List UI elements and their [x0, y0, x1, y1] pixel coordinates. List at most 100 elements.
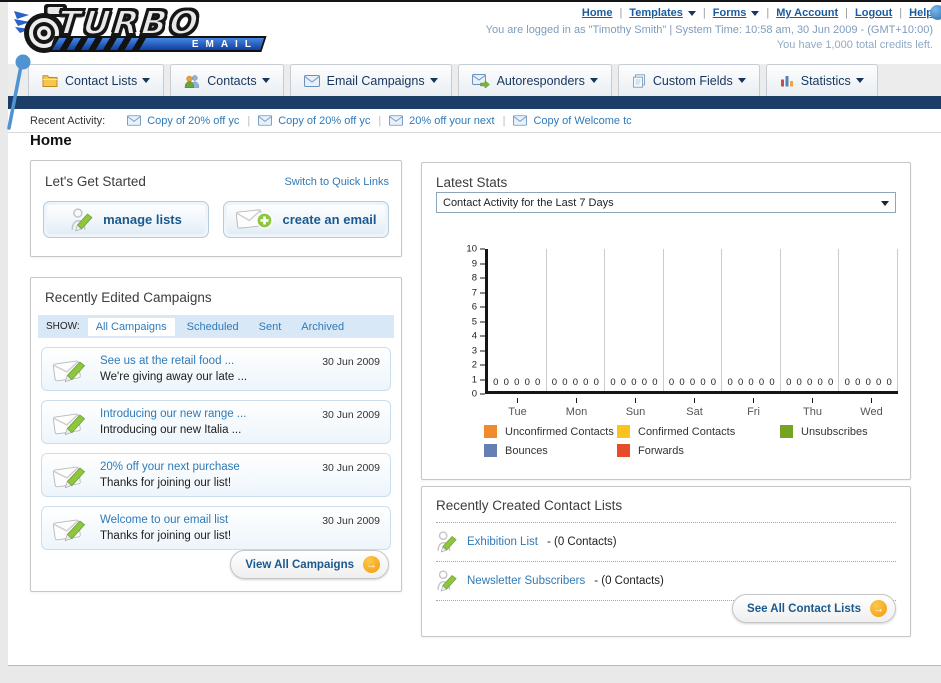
campaign-title-link[interactable]: Introducing our new range ...: [100, 407, 246, 421]
y-tick-label: 2: [472, 360, 485, 371]
activity-link[interactable]: Copy of Welcome tc: [533, 115, 631, 127]
activity-item: Copy of 20% off yc: [127, 115, 239, 127]
tab-contact-lists[interactable]: Contact Lists: [28, 64, 165, 96]
y-tick-label: 1: [472, 374, 485, 385]
campaign-date: 30 Jun 2009: [322, 462, 380, 474]
recent-activity-bar: Recent Activity: Copy of 20% off yc | Co…: [8, 109, 941, 133]
nav-link-logout[interactable]: Logout: [855, 7, 892, 19]
chevron-down-icon: [737, 78, 746, 83]
person-pencil-icon: [436, 569, 458, 593]
stats-period-select[interactable]: Contact Activity for the Last 7 Days: [436, 192, 896, 213]
value-labels: 00000: [551, 377, 599, 388]
contact-list-item: Exhibition List - (0 Contacts): [436, 528, 896, 556]
nav-separator: |: [766, 7, 770, 19]
filter-scheduled[interactable]: Scheduled: [179, 318, 247, 336]
campaigns-panel: Recently Edited Campaigns SHOW: All Camp…: [30, 277, 402, 592]
activity-link[interactable]: 20% off your next: [409, 115, 494, 127]
filter-sent[interactable]: Sent: [251, 318, 290, 336]
campaign-text: Introducing our new range ... Introducin…: [100, 407, 246, 437]
y-tick-label: 9: [472, 258, 485, 269]
campaign-row[interactable]: Welcome to our email list Thanks for joi…: [41, 506, 391, 550]
y-tick-label: 7: [472, 287, 485, 298]
campaign-title-link[interactable]: Welcome to our email list: [100, 513, 231, 527]
logo-stripes: [49, 38, 148, 50]
activity-link[interactable]: Copy of 20% off yc: [147, 115, 239, 127]
selected-option: Contact Activity for the Last 7 Days: [443, 196, 614, 209]
tab-custom-fields[interactable]: Custom Fields: [617, 64, 760, 96]
credits-info: You have 1,000 total credits left.: [776, 39, 933, 51]
legend-swatch: [484, 444, 497, 457]
page-title: Home: [30, 132, 72, 149]
contact-lists-panel: Recently Created Contact Lists Exhibitio…: [421, 486, 911, 637]
tab-autoresponders[interactable]: Autoresponders: [457, 64, 612, 96]
manage-lists-button[interactable]: manage lists: [43, 201, 209, 238]
filter-archived[interactable]: Archived: [293, 318, 352, 336]
nav-link-forms[interactable]: Forms: [713, 7, 760, 19]
campaign-subtitle: Thanks for joining our list!: [100, 477, 232, 489]
campaign-row[interactable]: Introducing our new range ... Introducin…: [41, 400, 391, 444]
nav-link-my-account[interactable]: My Account: [776, 7, 838, 19]
help-bubble-icon[interactable]: [930, 5, 941, 20]
contact-list-link[interactable]: Newsletter Subscribers: [467, 575, 585, 587]
top-border: [0, 0, 941, 2]
nav-separator: |: [619, 7, 623, 19]
chart-group: 00000: [547, 249, 606, 391]
tab-label: Statistics: [800, 73, 851, 88]
campaign-date: 30 Jun 2009: [322, 515, 380, 527]
envelope-arrow-icon: [472, 74, 490, 88]
value-labels: 00000: [493, 377, 541, 388]
campaign-text: 20% off your next purchase Thanks for jo…: [100, 460, 240, 490]
tab-label: Contacts: [207, 73, 257, 88]
panel-title: Latest Stats: [436, 175, 508, 190]
contact-list-link[interactable]: Exhibition List: [467, 536, 538, 548]
activity-item: Copy of 20% off yc: [258, 115, 370, 127]
chart-y-axis: 10 9 8 7 6 5 4 3 2 1 0: [432, 244, 485, 400]
envelope-pencil-icon: [52, 407, 90, 437]
tab-label: Email Campaigns: [326, 73, 425, 88]
create-email-button[interactable]: create an email: [223, 201, 389, 238]
envelope-pencil-icon: [52, 354, 90, 384]
envelope-icon: [513, 115, 527, 126]
campaign-date: 30 Jun 2009: [322, 356, 380, 368]
panel-title: Recently Edited Campaigns: [45, 290, 212, 305]
campaign-row[interactable]: See us at the retail food ... We're givi…: [41, 347, 391, 391]
value-labels: 00000: [844, 377, 892, 388]
activity-link[interactable]: Copy of 20% off yc: [278, 115, 370, 127]
y-tick-label: 10: [466, 244, 485, 255]
nav-link-templates[interactable]: Templates: [629, 7, 696, 19]
see-all-contact-lists-button[interactable]: See All Contact Lists: [732, 594, 896, 623]
campaign-title-link[interactable]: 20% off your next purchase: [100, 460, 240, 474]
x-tick-label: Sun: [606, 398, 665, 418]
y-tick-label: 4: [472, 331, 485, 342]
contact-list-item: Newsletter Subscribers - (0 Contacts): [436, 567, 896, 595]
chart-group: 00000: [722, 249, 781, 391]
chart-x-labels: Tue Mon Sun Sat Fri Thu Wed: [488, 398, 901, 418]
tab-statistics[interactable]: Statistics: [765, 64, 878, 96]
campaign-row[interactable]: 20% off your next purchase Thanks for jo…: [41, 453, 391, 497]
chart-group: 00000: [605, 249, 664, 391]
panel-title: Let's Get Started: [45, 174, 146, 189]
chart-group: 00000: [488, 249, 547, 391]
tab-contacts[interactable]: Contacts: [170, 64, 284, 96]
switch-quick-links-link[interactable]: Switch to Quick Links: [284, 176, 389, 188]
show-label: SHOW:: [46, 321, 80, 332]
view-all-campaigns-button[interactable]: View All Campaigns: [230, 550, 389, 579]
nav-link-home[interactable]: Home: [582, 7, 613, 19]
activity-separator: |: [378, 114, 382, 127]
legend-swatch: [617, 444, 630, 457]
folder-icon: [42, 74, 58, 87]
session-info: You are logged in as "Timothy Smith" | S…: [485, 24, 933, 36]
tab-label: Contact Lists: [65, 73, 138, 88]
activity-separator: |: [502, 114, 506, 127]
chevron-down-icon: [429, 78, 438, 83]
get-started-buttons: manage lists create an email: [43, 201, 389, 238]
y-tick-label: 3: [472, 345, 485, 356]
envelope-icon: [258, 115, 272, 126]
tab-email-campaigns[interactable]: Email Campaigns: [289, 64, 452, 96]
legend-swatch: [780, 425, 793, 438]
campaign-title-link[interactable]: See us at the retail food ...: [100, 354, 247, 368]
value-labels: 00000: [668, 377, 717, 388]
filter-all-campaigns[interactable]: All Campaigns: [87, 317, 175, 336]
navy-bar: [8, 96, 941, 109]
session-status: You are logged in as "Timothy Smith" | S…: [486, 23, 933, 53]
